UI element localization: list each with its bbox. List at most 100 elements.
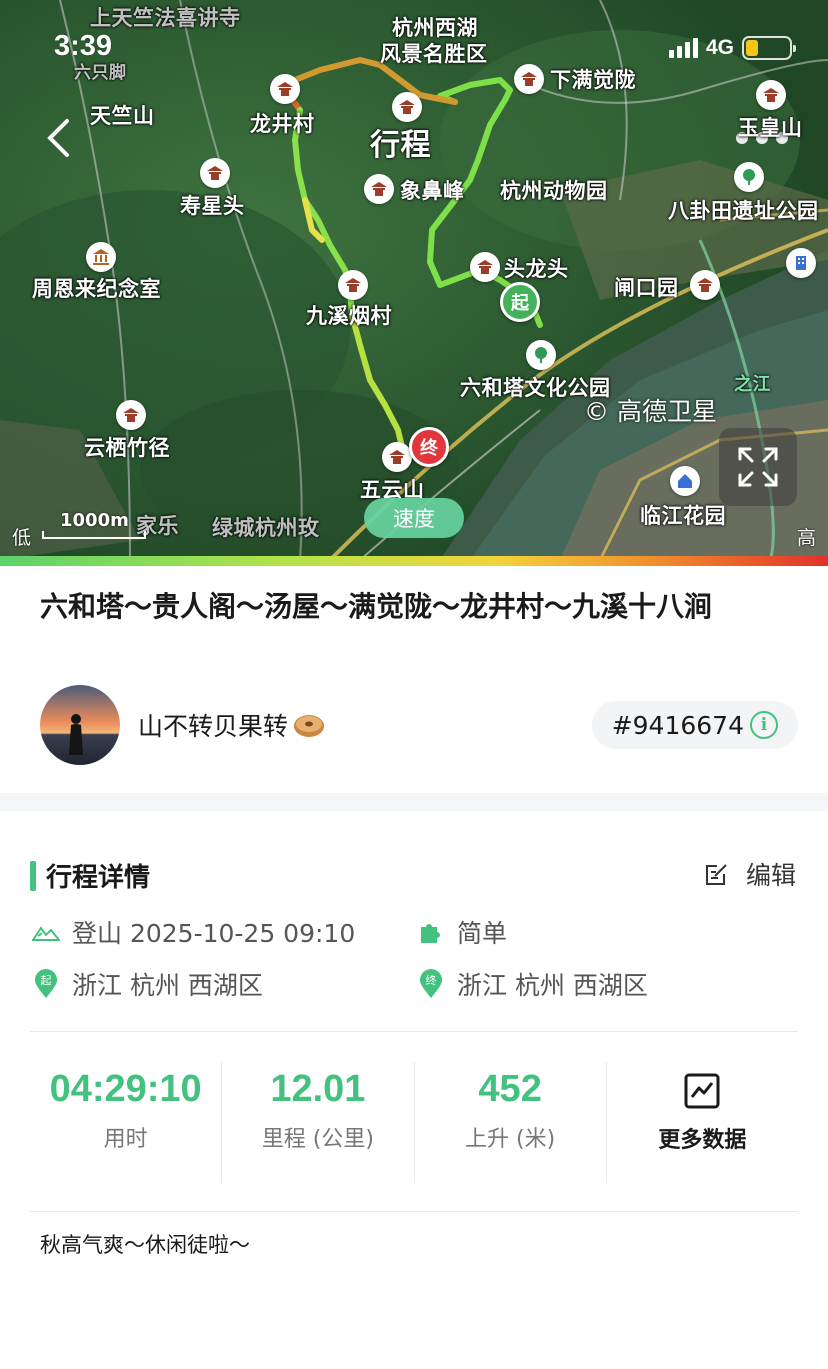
- section-title: 行程详情: [46, 863, 151, 893]
- temple-poi-icon: [364, 174, 394, 204]
- start-marker[interactable]: 起: [500, 282, 540, 322]
- map-scale: 1000m: [42, 510, 146, 539]
- map-label: 上天竺法喜讲寺: [90, 6, 241, 30]
- stat-label: 上升 (米): [465, 1127, 556, 1152]
- status-indicators: 4G: [668, 36, 796, 60]
- trip-title: 六和塔～贵人阁～汤屋～满觉陇～龙井村～九溪十八涧: [40, 590, 713, 623]
- chevron-left-icon: [47, 119, 69, 157]
- end-location-text: 浙江 杭州 西湖区: [457, 971, 648, 1000]
- speed-toggle-button[interactable]: 速度: [364, 498, 464, 538]
- map-label: 临江花园: [640, 504, 726, 528]
- temple-poi-icon: [392, 92, 422, 122]
- map-label: 闸口园: [614, 276, 679, 300]
- author-name[interactable]: 山不转贝果转: [138, 707, 326, 743]
- speed-gradient-legend: [0, 556, 828, 566]
- park-poi-icon: [526, 340, 556, 370]
- map-label: 绿城杭州玫: [212, 516, 320, 540]
- temple-poi-icon: [270, 74, 300, 104]
- route-map[interactable]: 3:39 4G 上天竺法喜讲寺 杭州西湖 风景名胜区 六只脚 天竺山 龙井村 下…: [0, 0, 828, 560]
- author-row[interactable]: 山不转贝果转: [40, 685, 326, 765]
- difficulty: 简单: [417, 914, 507, 950]
- temple-poi-icon: [338, 270, 368, 300]
- divider-line: [30, 1031, 798, 1032]
- home-poi-icon: [670, 466, 700, 496]
- edit-label: 编辑: [745, 861, 796, 890]
- stat-ascent: 452 上升 (米): [415, 1062, 607, 1182]
- chart-icon: [684, 1073, 720, 1109]
- map-label: 玉皇山: [738, 116, 803, 140]
- puzzle-icon: [417, 918, 445, 946]
- map-label: 象鼻峰: [400, 179, 465, 203]
- map-label: 行程: [370, 128, 431, 163]
- legend-low-label: 低: [12, 527, 32, 549]
- map-label: 头龙头: [504, 257, 569, 281]
- map-label: 风景名胜区: [380, 42, 488, 66]
- section-accent-bar: [30, 860, 36, 891]
- temple-poi-icon: [200, 158, 230, 188]
- trip-note: 秋高气爽～休闲徒啦～: [40, 1233, 250, 1257]
- activity-type-date-text: 登山 2025-10-25 09:10: [72, 919, 356, 948]
- network-type: 4G: [705, 36, 734, 59]
- bagel-icon: [294, 715, 325, 737]
- divider-line: [30, 1211, 798, 1212]
- stat-value: 12.01: [270, 1068, 366, 1110]
- map-label: 之江: [734, 374, 771, 395]
- map-label: 八卦田遗址公园: [668, 199, 819, 223]
- start-location-text: 浙江 杭州 西湖区: [72, 971, 263, 1000]
- activity-type-date: 登山 2025-10-25 09:10: [32, 914, 355, 950]
- info-icon[interactable]: i: [750, 711, 778, 739]
- back-button[interactable]: [36, 116, 80, 160]
- start-pin-icon: 起: [32, 969, 60, 998]
- signal-icon: [668, 38, 698, 58]
- map-label: 周恩来纪念室: [32, 277, 161, 301]
- scale-label: 1000m: [60, 510, 129, 531]
- svg-text:起: 起: [41, 974, 52, 987]
- building-poi-icon: [786, 248, 816, 278]
- trip-id: #9416674: [611, 710, 744, 740]
- edit-icon: [705, 864, 727, 885]
- end-location: 终 浙江 杭州 西湖区: [417, 966, 648, 1002]
- temple-poi-icon: [470, 252, 500, 282]
- battery-icon: [742, 36, 796, 60]
- map-label: 九溪烟村: [306, 304, 392, 328]
- stats-row: 04:29:10 用时 12.01 里程 (公里) 452 上升 (米) 更多数…: [30, 1062, 798, 1182]
- map-label: 天竺山: [90, 104, 155, 128]
- fullscreen-button[interactable]: [719, 428, 797, 506]
- mountain-icon: [32, 918, 60, 946]
- more-data-button[interactable]: 更多数据: [607, 1062, 798, 1182]
- map-copyright: © 高德卫星: [584, 397, 717, 426]
- stat-value: 452: [478, 1068, 542, 1110]
- stat-label: 里程 (公里): [261, 1127, 374, 1152]
- difficulty-text: 简单: [457, 919, 508, 948]
- more-data-label: 更多数据: [658, 1128, 747, 1153]
- museum-poi-icon: [86, 242, 116, 272]
- legend-high-label: 高: [796, 527, 816, 549]
- map-label: 龙井村: [250, 112, 315, 136]
- stat-duration: 04:29:10 用时: [30, 1062, 223, 1182]
- temple-poi-icon: [382, 442, 412, 472]
- temple-poi-icon: [756, 80, 786, 110]
- svg-text:终: 终: [426, 973, 437, 987]
- park-poi-icon: [734, 162, 764, 192]
- map-label: 杭州动物园: [500, 179, 608, 203]
- trip-id-badge[interactable]: #9416674 i: [591, 701, 798, 749]
- edit-button[interactable]: 编辑: [704, 856, 796, 892]
- author-name-text: 山不转贝果转: [138, 712, 289, 741]
- avatar[interactable]: [40, 685, 120, 765]
- start-location: 起 浙江 杭州 西湖区: [32, 966, 263, 1002]
- map-label: 下满觉陇: [550, 68, 636, 92]
- section-header: 行程详情: [30, 857, 150, 894]
- stat-distance: 12.01 里程 (公里): [222, 1062, 415, 1182]
- scale-bar: [42, 531, 146, 539]
- map-label: 六只脚: [74, 63, 127, 83]
- temple-poi-icon: [116, 400, 146, 430]
- map-label: 云栖竹径: [84, 436, 170, 460]
- stat-value: 04:29:10: [49, 1068, 202, 1110]
- stat-label: 用时: [103, 1127, 148, 1152]
- temple-poi-icon: [690, 270, 720, 300]
- temple-poi-icon: [514, 64, 544, 94]
- map-label: 寿星头: [180, 194, 245, 218]
- end-marker[interactable]: 终: [409, 427, 449, 467]
- end-pin-icon: 终: [417, 969, 445, 998]
- expand-icon: [738, 447, 778, 487]
